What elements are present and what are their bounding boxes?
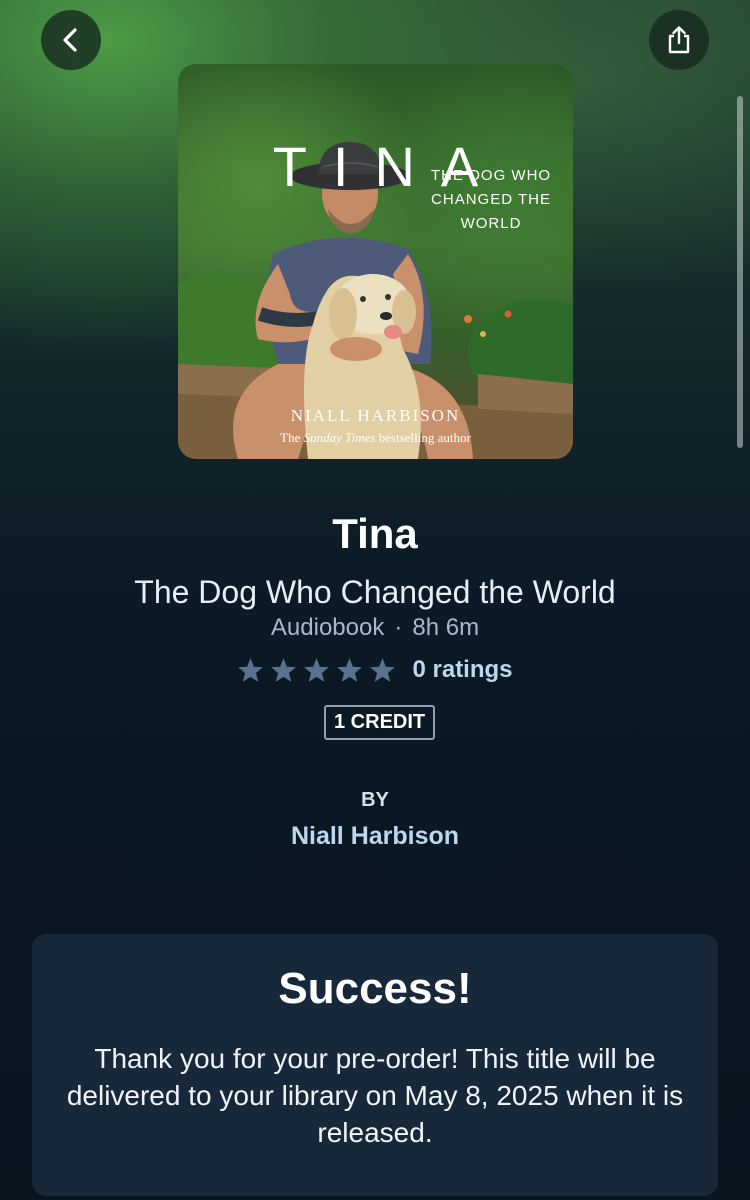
success-message: Thank you for your pre-order! This title…	[66, 1043, 684, 1148]
share-button[interactable]	[649, 10, 709, 70]
book-title: Tina	[332, 510, 418, 557]
star-icon	[370, 658, 396, 682]
star-icon	[304, 658, 330, 682]
chevron-left-icon	[63, 28, 77, 52]
book-cover: TINA THE DOG WHO CHANGED THE WORLD NIALL…	[178, 64, 573, 459]
book-subtitle: The Dog Who Changed the World	[134, 574, 616, 610]
scroll-indicator[interactable]	[737, 96, 743, 448]
rating-row[interactable]: 0 ratings	[0, 656, 750, 684]
by-label: BY	[361, 789, 389, 811]
share-icon	[668, 26, 690, 54]
length-label: 8h 6m	[412, 614, 480, 641]
cover-author: NIALL HARBISON	[290, 406, 461, 425]
cover-tagline: The Sunday Times bestselling author	[280, 430, 471, 445]
credit-badge: 1 CREDIT	[324, 705, 436, 740]
star-icon	[337, 658, 363, 682]
star-icon	[238, 658, 264, 682]
meta-separator: ·	[394, 614, 403, 641]
success-panel: Success! Thank you for your pre-order! T…	[32, 934, 718, 1196]
cover-subtitle: THE DOG WHO CHANGED THE WORLD	[430, 167, 552, 232]
cover-artwork	[178, 142, 573, 459]
back-button[interactable]	[41, 10, 101, 70]
format-label: Audiobook	[270, 614, 385, 641]
star-icon	[271, 658, 297, 682]
book-meta: Audiobook · 8h 6m	[0, 614, 750, 642]
author-link[interactable]: Niall Harbison	[0, 822, 750, 851]
ratings-link[interactable]: 0 ratings	[412, 656, 512, 684]
success-title: Success!	[278, 964, 472, 1013]
